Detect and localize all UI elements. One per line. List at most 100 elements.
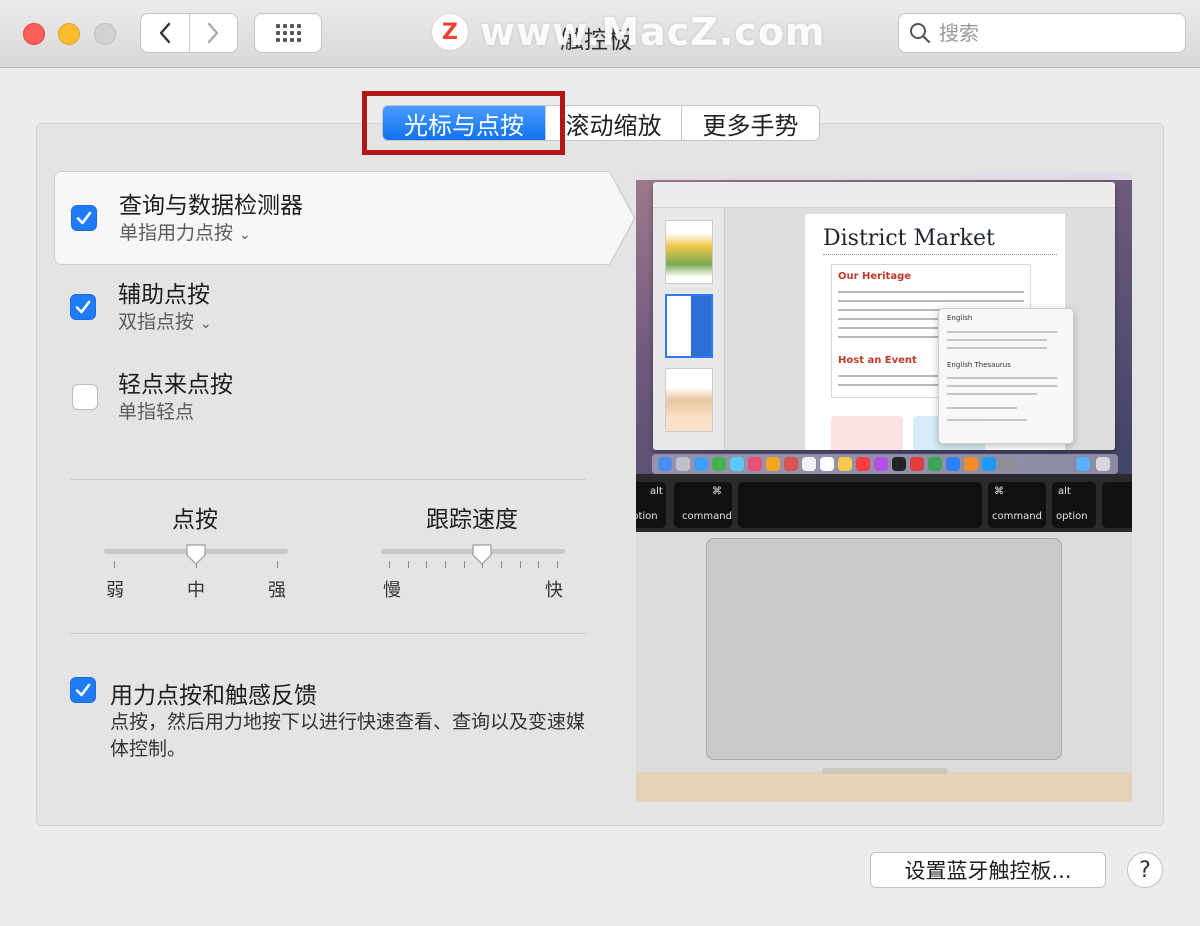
slider-tick [557,561,558,568]
click-slider-thumb[interactable] [185,543,207,565]
option-subtitle: 单指用力点按 [119,222,234,244]
option-title: 轻点来点按 [118,372,233,398]
force-click-title: 用力点按和触感反馈 [110,683,317,709]
dock-icon [874,457,888,471]
navigation-buttons [140,13,238,53]
page-thumbnail [665,368,713,432]
dock-icon [676,457,690,471]
page-thumbnail [665,294,713,358]
text-line [947,377,1057,379]
divider [70,479,586,480]
preview-table [636,768,1132,802]
text-line [838,291,1024,293]
force-click-description: 点按，然后用力地按下以进行快速查看、查询以及变速媒体控制。 [110,711,586,760]
lookup-checkbox[interactable] [71,205,97,231]
chevron-right-icon [208,22,219,44]
preview-heading: Our Heritage [838,271,912,282]
text-line [838,336,948,338]
gesture-preview-video: District Market Our Heritage Host an Eve… [636,172,1132,802]
tap-to-click-checkbox[interactable] [72,384,98,410]
preview-trackpad [706,538,1062,760]
zoom-button[interactable] [94,23,116,45]
text-line [838,384,948,386]
search-input[interactable] [939,21,1169,45]
preview-tile [831,416,903,450]
click-slider-title: 点按 [172,507,218,533]
option-secondary-click[interactable]: 辅助点按 双指点按 ⌄ [54,261,610,355]
preview-dock [652,454,1118,474]
search-field[interactable] [898,13,1186,53]
setup-bluetooth-trackpad-button[interactable]: 设置蓝牙触控板... [870,852,1106,888]
checkmark-icon [75,683,91,697]
click-label-medium: 中 [187,580,205,601]
tracking-label-fast: 快 [545,580,563,601]
key-option-right: alt option [1052,482,1096,528]
dock-icon [766,457,780,471]
dock-icon [730,457,744,471]
watermark: Z www.MacZ.com [432,10,826,54]
preview-keyboard: alt option ⌘ command ⌘ command alt optio… [636,474,1132,532]
help-button[interactable]: ? [1127,852,1163,888]
preview-screen: District Market Our Heritage Host an Eve… [636,172,1132,474]
page-thumbnail [665,220,713,284]
minimize-button[interactable] [58,23,80,45]
slider-tick [538,561,540,568]
dock-icon [712,457,726,471]
text-line [947,385,1057,387]
dock-icon [856,457,870,471]
key-arrow-left [1102,482,1132,528]
click-label-light: 弱 [106,580,124,601]
tab-more-gestures[interactable]: 更多手势 [681,106,819,140]
watermark-text: www.MacZ.com [480,10,826,54]
dock-icon [838,457,852,471]
tab-scroll-and-zoom[interactable]: 滚动缩放 [545,106,681,140]
preview-sidebar [653,208,725,450]
slider-tick [463,561,465,568]
text-line [838,300,1024,302]
watermark-logo: Z [432,14,468,50]
preview-menubar [636,172,1132,180]
slider-tick [426,561,428,568]
slider-tick [445,561,446,568]
tracking-speed-title: 跟踪速度 [426,507,518,533]
slider-tick [114,561,115,568]
option-title: 查询与数据检测器 [119,193,303,219]
option-tap-to-click[interactable]: 轻点来点按 单指轻点 [54,351,610,445]
text-line [947,331,1057,333]
preview-lookup-popover: English English Thesaurus [938,308,1074,444]
option-gesture-dropdown[interactable]: 双指点按 ⌄ [118,307,212,334]
dock-icon [784,457,798,471]
checkmark-icon [75,300,91,314]
close-button[interactable] [23,23,45,45]
show-all-button[interactable] [254,13,322,53]
dock-icon [1076,457,1090,471]
slider-tick [277,561,278,568]
force-click-checkbox[interactable] [70,677,96,703]
option-subtitle: 单指轻点 [118,401,195,423]
divider [70,633,586,634]
key-option-left: alt option [636,482,666,528]
back-button[interactable] [141,14,189,52]
slider-tick [407,561,409,568]
forward-button[interactable] [188,14,238,52]
option-gesture-dropdown[interactable]: 单指用力点按 ⌄ [119,218,251,245]
chevron-left-icon [159,22,170,44]
dock-icon [658,457,672,471]
secondary-click-checkbox[interactable] [70,294,96,320]
dock-icon [1096,457,1110,471]
preview-toolbar [653,182,1115,208]
slider-tick [501,561,502,568]
key-space [738,482,982,528]
title-bar: 触控板 Z www.MacZ.com [0,0,1200,68]
tracking-slider-thumb[interactable] [471,543,493,565]
selection-arrow [609,171,636,265]
chevron-down-icon: ⌄ [200,316,212,332]
option-lookup-data-detectors[interactable]: 查询与数据检测器 单指用力点按 ⌄ [54,171,636,265]
dock-icon [820,457,834,471]
popover-title: English [947,314,973,322]
popover-thesaurus: English Thesaurus [947,361,1011,369]
key-command-right: ⌘ command [988,482,1046,528]
click-label-firm: 强 [268,580,286,601]
dock-icon [910,457,924,471]
preview-doc-title: District Market [823,226,995,251]
